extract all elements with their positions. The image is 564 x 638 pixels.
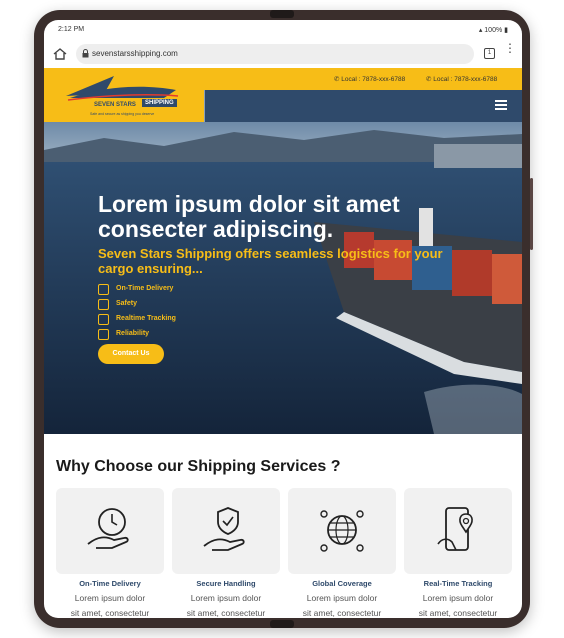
checklist-item: Reliability <box>98 328 176 343</box>
phone-icon: ✆ <box>426 76 432 83</box>
contact-phone-2-text: Local : 7878-xxx-6788 <box>433 76 498 83</box>
shield-hand-icon <box>203 507 245 551</box>
browser-toolbar: sevenstarsshipping.com 1 ⋮ <box>44 40 522 68</box>
contact-bar: ✆ Local : 7878-xxx-6788 ✆ Local : 7878-x… <box>204 68 522 90</box>
hero-title: Lorem ipsum dolor sit amet consecter adi… <box>98 191 400 242</box>
checkbox-icon <box>98 314 109 325</box>
card-title: On-Time Delivery <box>79 579 141 588</box>
status-right: ▴ 100% ▮ <box>479 26 508 34</box>
checkbox-icon <box>98 329 109 340</box>
site-logo[interactable]: SEVEN STARS SHIPPING Safe and secure as … <box>44 68 204 122</box>
contact-phone-1[interactable]: ✆ Local : 7878-xxx-6788 <box>334 75 405 83</box>
card-text-line2: sit amet, consectetur <box>186 608 266 618</box>
card-text-line1: Lorem ipsum dolor <box>306 593 378 603</box>
service-card-global[interactable]: Global Coverage Lorem ipsum dolor sit am… <box>288 488 396 618</box>
brand-name-line1: SEVEN STARS <box>94 102 136 108</box>
contact-us-button[interactable]: Contact Us <box>98 344 164 364</box>
tabs-count-button[interactable]: 1 <box>484 48 495 59</box>
lock-icon <box>82 49 89 58</box>
device-hinge-bottom <box>270 620 294 628</box>
checkbox-icon <box>98 299 109 310</box>
phone-location-icon <box>437 507 473 551</box>
home-icon[interactable] <box>52 46 68 62</box>
hero-subtitle: Seven Stars Shipping offers seamless log… <box>98 246 443 276</box>
site-header: SEVEN STARS SHIPPING Safe and secure as … <box>44 68 522 122</box>
status-time: 2:12 PM <box>58 26 85 33</box>
delivery-clock-hand-icon <box>87 508 129 549</box>
checklist-item: On-Time Delivery <box>98 283 176 298</box>
card-title: Global Coverage <box>312 579 372 588</box>
card-text-line1: Lorem ipsum dolor <box>422 593 494 603</box>
card-text-line2: sit amet, consectetur <box>302 608 382 618</box>
contact-phone-2[interactable]: ✆ Local : 7878-xxx-6788 <box>426 75 497 83</box>
battery-level: 100% <box>484 27 503 34</box>
card-image <box>172 488 280 574</box>
service-card-secure[interactable]: Secure Handling Lorem ipsum dolor sit am… <box>172 488 280 618</box>
card-title: Secure Handling <box>196 579 256 588</box>
card-image <box>288 488 396 574</box>
card-title: Real-Time Tracking <box>423 579 493 588</box>
status-bar: 2:12 PM ▴ 100% ▮ <box>44 20 522 40</box>
address-bar[interactable]: sevenstarsshipping.com <box>76 44 474 64</box>
card-text-line2: sit amet, consectetur <box>418 608 498 618</box>
battery-icon: ▮ <box>504 27 508 34</box>
phone-icon: ✆ <box>334 76 340 83</box>
why-section-title: Why Choose our Shipping Services ? <box>56 458 341 475</box>
brand-name-line2: SHIPPING <box>142 99 177 107</box>
device-side-button <box>530 178 533 250</box>
hero-ship-image <box>44 122 522 434</box>
screen: 2:12 PM ▴ 100% ▮ sevenstarsshipping.com … <box>44 20 522 618</box>
signal-icon: ▴ <box>478 27 483 34</box>
feature-checklist: On-Time Delivery Safety Realtime Trackin… <box>98 283 176 343</box>
card-text-line2: sit amet, consectetur <box>70 608 150 618</box>
card-image <box>404 488 512 574</box>
card-image <box>56 488 164 574</box>
checkbox-icon <box>98 284 109 295</box>
more-menu-icon[interactable]: ⋮ <box>504 42 516 60</box>
device-hinge-top <box>270 10 294 18</box>
card-text-line1: Lorem ipsum dolor <box>190 593 262 603</box>
card-text-line1: Lorem ipsum dolor <box>74 593 146 603</box>
globe-network-icon <box>320 510 364 552</box>
hero-banner: Lorem ipsum dolor sit amet consecter adi… <box>44 122 522 434</box>
checklist-item: Realtime Tracking <box>98 313 176 328</box>
contact-phone-1-text: Local : 7878-xxx-6788 <box>341 76 406 83</box>
nav-bar <box>204 90 522 122</box>
checklist-item: Safety <box>98 298 176 313</box>
service-card-delivery[interactable]: On-Time Delivery Lorem ipsum dolor sit a… <box>56 488 164 618</box>
hamburger-menu-icon[interactable] <box>495 100 507 110</box>
brand-tagline: Safe and secure as shipping you deserve <box>90 112 155 116</box>
url-text: sevenstarsshipping.com <box>92 49 178 58</box>
service-card-tracking[interactable]: Real-Time Tracking Lorem ipsum dolor sit… <box>404 488 512 618</box>
